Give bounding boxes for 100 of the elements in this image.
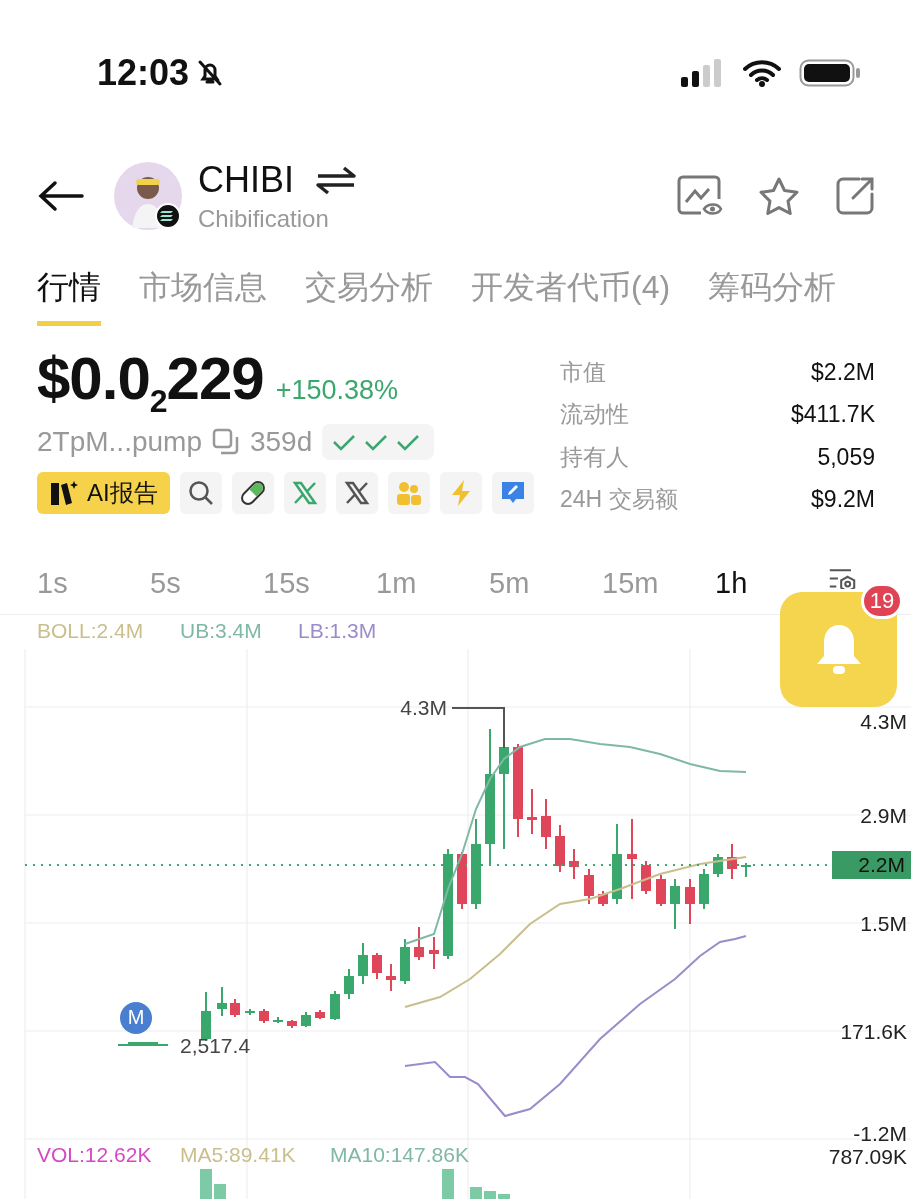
volume-bar	[214, 1184, 226, 1199]
candle	[259, 1008, 269, 1024]
interval-tab[interactable]: 1m	[376, 566, 489, 600]
candle	[656, 874, 666, 907]
notification-badge: 19	[861, 583, 903, 619]
candle	[217, 986, 227, 1017]
stat-label: 市值	[560, 357, 606, 387]
stat-label: 24H 交易额	[560, 485, 678, 515]
candle	[386, 963, 396, 992]
token-age: 359d	[249, 426, 313, 458]
volume-legend: VOL:12.62K	[37, 1142, 152, 1166]
x-icon	[343, 480, 370, 506]
people-icon	[395, 480, 422, 506]
candle	[598, 890, 608, 907]
candle	[344, 968, 354, 1000]
candle	[358, 942, 368, 985]
candle	[527, 788, 537, 835]
back-arrow-icon[interactable]	[38, 180, 84, 212]
high-leader-line	[451, 707, 505, 749]
stat-value: $9.2M	[811, 486, 875, 514]
chart-eye-icon[interactable]	[677, 175, 723, 217]
candle	[584, 868, 594, 905]
token-symbol: CHIBI	[198, 159, 294, 201]
candle	[245, 1008, 255, 1016]
settings-icon[interactable]	[828, 567, 856, 589]
flat-candles	[117, 1042, 169, 1046]
interval-tab[interactable]: 5m	[489, 566, 602, 600]
contract-address: 2TpM...pump	[37, 426, 202, 458]
candle	[230, 998, 240, 1018]
axis-label: 787.09K	[828, 1144, 907, 1168]
token-price: $0.0$_{2}$229	[37, 344, 264, 420]
tab[interactable]: 市场信息	[139, 266, 267, 326]
volume-bar	[498, 1194, 510, 1199]
candle	[713, 853, 723, 878]
interval-tab[interactable]: 1h	[715, 566, 828, 600]
ai-report-button[interactable]: AI报告	[37, 472, 170, 514]
share-icon[interactable]	[835, 176, 875, 216]
candle	[569, 848, 579, 880]
price-change: +150.38%	[275, 375, 399, 406]
swap-icon[interactable]	[316, 165, 356, 195]
clock-time: 12:03	[97, 52, 190, 94]
marker-dot	[120, 1002, 152, 1034]
stat-label: 流动性	[560, 400, 629, 430]
interval-tab[interactable]: 15m	[602, 566, 715, 600]
candle	[555, 824, 565, 873]
interval-tab[interactable]: 5s	[150, 566, 263, 600]
pill-button[interactable]	[231, 472, 274, 514]
search-icon	[187, 480, 214, 506]
volume-bar	[484, 1191, 496, 1199]
candle	[699, 868, 709, 910]
search-button[interactable]	[179, 472, 222, 514]
candle	[670, 878, 680, 930]
x-button[interactable]	[335, 472, 378, 514]
x-icon	[291, 480, 318, 506]
indicator-legend: BOLL:2.4M	[37, 618, 144, 642]
tab[interactable]: 开发者代币(4)	[471, 266, 671, 326]
battery-icon	[799, 59, 861, 87]
candle	[414, 926, 424, 961]
alert-button[interactable]	[780, 592, 897, 707]
candle	[727, 843, 737, 880]
book-sparkle-icon	[49, 479, 79, 507]
interval-tab[interactable]: 15s	[263, 566, 376, 600]
star-icon[interactable]	[759, 177, 799, 215]
tab[interactable]: 筹码分析	[708, 266, 837, 326]
indicator-legend: LB:1.3M	[298, 618, 377, 642]
tab[interactable]: 行情	[37, 266, 101, 326]
candle	[429, 936, 439, 970]
stat-value: $411.7K	[791, 401, 875, 429]
tab[interactable]: 交易分析	[305, 266, 433, 326]
candle	[641, 860, 651, 895]
candle	[541, 798, 551, 850]
volume-bar	[200, 1169, 212, 1199]
candle	[685, 878, 695, 925]
interval-tab[interactable]: 1s	[37, 566, 150, 600]
wifi-icon	[743, 59, 781, 87]
copy-icon[interactable]	[211, 428, 240, 456]
candle	[400, 938, 410, 985]
current-price-tag: 2.2M	[832, 851, 911, 879]
axis-label: 4.3M	[860, 709, 907, 733]
axis-label: 2.9M	[860, 803, 907, 827]
candle	[315, 1009, 325, 1020]
token-name: Chibification	[198, 205, 330, 233]
indicator-legend: UB:3.4M	[180, 618, 262, 642]
candle	[330, 990, 340, 1021]
marker-letter: M	[127, 1006, 145, 1029]
volume-bar	[470, 1187, 482, 1199]
candle	[741, 862, 751, 878]
volume-bar	[442, 1169, 454, 1199]
low-price-label: 2,517.4	[180, 1033, 251, 1057]
stat-value: 5,059	[817, 443, 875, 471]
edit-button[interactable]	[491, 472, 534, 514]
avatar-icon	[114, 162, 182, 230]
axis-label: 171.6K	[840, 1019, 907, 1043]
stat-value: $2.2M	[811, 358, 875, 386]
lightning-icon	[449, 479, 472, 507]
axis-label: 1.5M	[860, 911, 907, 935]
candle	[372, 952, 382, 980]
candle	[457, 851, 467, 910]
volume-legend: MA10:147.86K	[330, 1142, 469, 1166]
volume-legend: MA5:89.41K	[180, 1142, 296, 1166]
